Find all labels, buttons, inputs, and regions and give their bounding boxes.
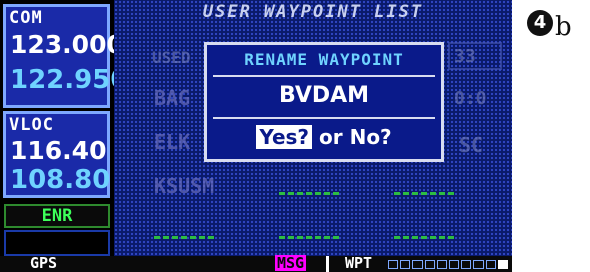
page-indicator-box [436, 260, 448, 269]
row-fragment: SC [459, 133, 484, 157]
empty-field-dashes [394, 236, 454, 239]
divider [213, 117, 435, 119]
dialog-title: RENAME WAYPOINT [244, 50, 404, 69]
yes-button[interactable]: Yes? [256, 125, 313, 149]
list-item[interactable] [154, 218, 504, 246]
no-button[interactable]: No? [350, 125, 392, 149]
gps-display: COM 123.000 122.950 VLOC 116.40 108.80 E… [0, 0, 512, 272]
empty-field-dashes [154, 236, 214, 239]
waypoint-name: ELK [154, 130, 191, 154]
empty-field-dashes [279, 236, 339, 239]
page-indicator-box [485, 260, 496, 269]
vloc-label: VLOC [9, 115, 54, 135]
separator [326, 256, 329, 272]
page-title: USER WAYPOINT LIST [202, 2, 424, 22]
page-indicator [388, 260, 509, 269]
page-indicator-box [461, 260, 472, 269]
vloc-active-frequency: 116.40 [10, 136, 107, 165]
used-count: 33 [454, 46, 476, 67]
or-text: or [319, 125, 343, 149]
page-group-label: WPT [345, 254, 373, 272]
rename-waypoint-dialog: RENAME WAYPOINT BVDAM Yes? or No? [204, 42, 444, 162]
page-indicator-box [473, 260, 484, 269]
row-fragment: 0:0 [454, 88, 487, 109]
com-label: COM [9, 8, 43, 28]
mode-label: GPS [30, 254, 58, 272]
divider [213, 75, 435, 77]
vloc-window[interactable]: VLOC 116.40 108.80 [3, 111, 110, 198]
com-active-frequency: 123.000 [10, 30, 124, 59]
page-indicator-box [388, 260, 399, 269]
step-letter: b [555, 12, 572, 42]
waypoint-name: BAG [154, 86, 191, 110]
com-window[interactable]: COM 123.000 122.950 [3, 4, 128, 108]
step-callout: 4 b [527, 10, 587, 50]
cdi-mode-indicator: ENR [4, 204, 110, 228]
page-indicator-box [424, 260, 435, 269]
page-indicator-box [412, 260, 423, 269]
empty-field-dashes [279, 192, 339, 195]
confirm-prompt: Yes? or No? [207, 125, 441, 149]
step-number-icon: 4 [527, 10, 553, 36]
used-label: USED [152, 48, 191, 67]
list-item[interactable]: KSUSM [154, 174, 504, 202]
vloc-standby-frequency[interactable]: 108.80 [10, 165, 110, 195]
page-indicator-box [400, 260, 411, 269]
waypoint-name: KSUSM [154, 174, 215, 198]
com-standby-frequency[interactable]: 122.950 [10, 65, 128, 95]
status-bar: GPS MSG WPT [0, 254, 512, 272]
page-indicator-box [497, 260, 509, 269]
msg-annunciator[interactable]: MSG [275, 255, 307, 271]
page-indicator-box [449, 260, 460, 269]
new-waypoint-name: BVDAM [278, 83, 370, 108]
empty-field-dashes [394, 192, 454, 195]
annunciator-box [4, 230, 110, 256]
